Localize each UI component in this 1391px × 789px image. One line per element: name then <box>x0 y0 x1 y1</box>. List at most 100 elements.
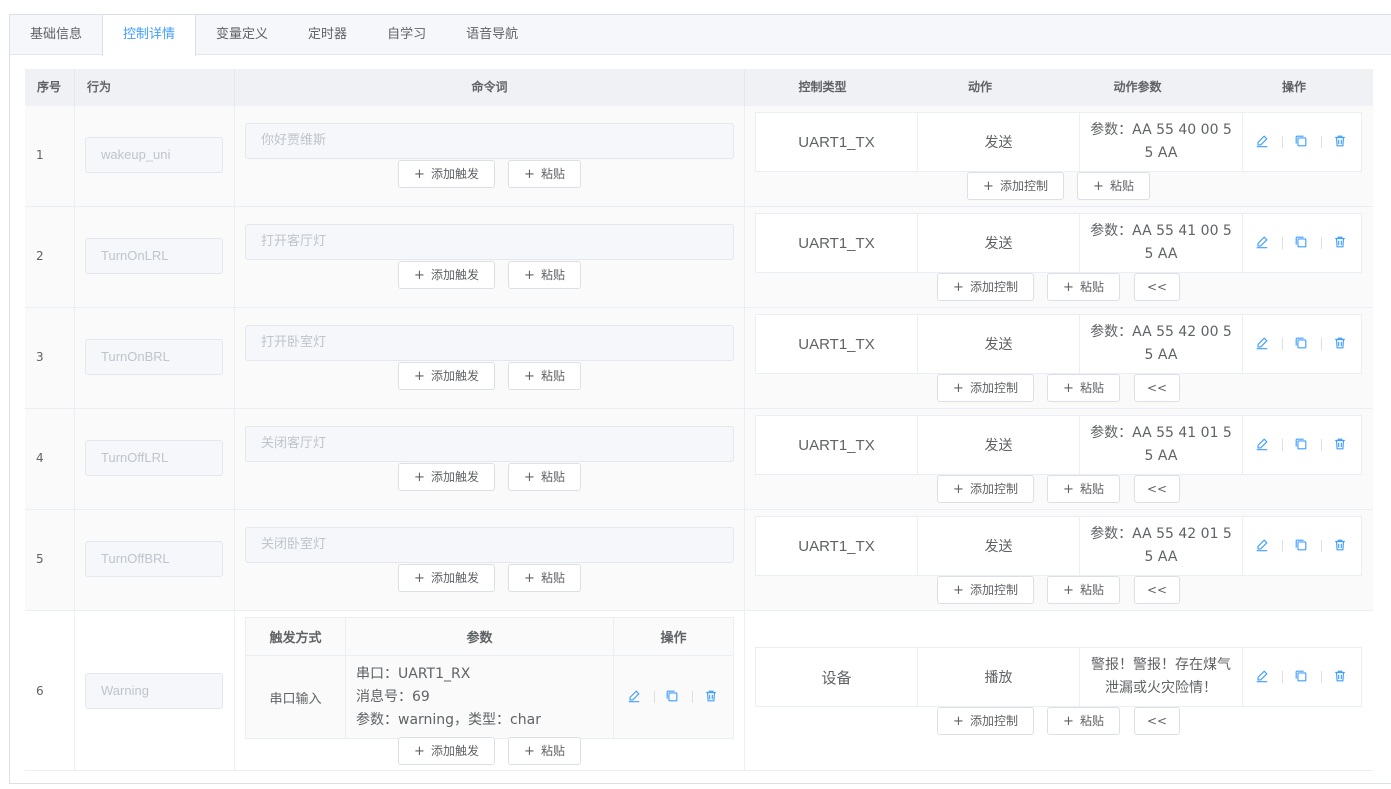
edit-icon[interactable] <box>1255 669 1271 685</box>
control-item: UART1_TX 发送 参数：AA 55 42 01 5 5 AA <box>755 516 1362 576</box>
button-label: 添加控制 <box>969 280 1018 294</box>
button-label: 添加触发 <box>430 744 479 758</box>
delete-icon[interactable] <box>1333 235 1349 251</box>
plus-icon: + <box>524 268 535 283</box>
copy-icon[interactable] <box>665 689 681 705</box>
copy-icon[interactable] <box>1294 134 1310 150</box>
control-item: UART1_TX 发送 参数：AA 55 41 01 5 5 AA <box>755 415 1362 475</box>
paste-control-button[interactable]: + 粘贴 <box>1047 475 1120 503</box>
copy-icon[interactable] <box>1294 437 1310 453</box>
command-input[interactable]: 关闭卧室灯 <box>245 527 734 563</box>
edit-icon[interactable] <box>1255 538 1271 554</box>
plus-icon: + <box>953 482 964 497</box>
tab-basic-info[interactable]: 基础信息 <box>10 15 102 55</box>
trigger-param-line: 串口：UART1_RX <box>356 665 471 682</box>
row-seq: 5 <box>36 552 44 566</box>
add-trigger-button[interactable]: + 添加触发 <box>398 564 495 592</box>
behavior-cell: TurnOnBRL <box>75 308 235 408</box>
control-ops <box>1243 648 1361 706</box>
edit-icon[interactable] <box>1255 235 1271 251</box>
tab-self-learning[interactable]: 自学习 <box>367 15 446 55</box>
collapse-button[interactable]: << <box>1134 576 1180 604</box>
add-control-button[interactable]: + 添加控制 <box>937 273 1034 301</box>
behavior-input[interactable]: wakeup_uni <box>85 137 223 173</box>
copy-icon[interactable] <box>1294 538 1310 554</box>
delete-icon[interactable] <box>1333 134 1349 150</box>
button-label: 粘贴 <box>540 268 565 282</box>
button-label: << <box>1146 280 1168 294</box>
command-input[interactable]: 关闭客厅灯 <box>245 426 734 462</box>
collapse-button[interactable]: << <box>1134 475 1180 503</box>
button-label: 粘贴 <box>1079 381 1104 395</box>
tab-control-details[interactable]: 控制详情 <box>102 15 197 56</box>
paste-trigger-button[interactable]: + 粘贴 <box>508 737 581 765</box>
button-label: 添加触发 <box>430 470 479 484</box>
copy-icon[interactable] <box>1294 669 1310 685</box>
command-input[interactable]: 你好贾维斯 <box>245 123 734 159</box>
edit-icon[interactable] <box>1255 134 1271 150</box>
paste-trigger-button[interactable]: + 粘贴 <box>508 564 581 592</box>
behavior-cell: TurnOffLRL <box>75 409 235 509</box>
delete-icon[interactable] <box>1333 336 1349 352</box>
button-label: 粘贴 <box>1079 482 1104 496</box>
edit-icon[interactable] <box>1255 437 1271 453</box>
paste-trigger-button[interactable]: + 粘贴 <box>508 160 581 188</box>
collapse-button[interactable]: << <box>1134 374 1180 402</box>
edit-icon[interactable] <box>1255 336 1271 352</box>
tab-variable-definition[interactable]: 变量定义 <box>196 15 288 55</box>
paste-control-button[interactable]: + 粘贴 <box>1047 374 1120 402</box>
tab-timer[interactable]: 定时器 <box>288 15 367 55</box>
add-control-button[interactable]: + 添加控制 <box>937 576 1034 604</box>
add-trigger-button[interactable]: + 添加触发 <box>398 261 495 289</box>
paste-control-button[interactable]: + 粘贴 <box>1047 273 1120 301</box>
tab-voice-navigation[interactable]: 语音导航 <box>446 15 538 55</box>
control-params: 参数：AA 55 42 00 5 5 AA <box>1080 315 1243 373</box>
command-input[interactable]: 打开卧室灯 <box>245 325 734 361</box>
trigger-header-mode: 触发方式 <box>246 618 346 655</box>
copy-icon[interactable] <box>1294 235 1310 251</box>
copy-icon[interactable] <box>1294 336 1310 352</box>
behavior-input[interactable]: TurnOnBRL <box>85 339 223 375</box>
add-control-button[interactable]: + 添加控制 <box>937 374 1034 402</box>
add-trigger-button[interactable]: + 添加触发 <box>398 160 495 188</box>
control-action: 播放 <box>918 648 1080 706</box>
control-params: 参数：AA 55 41 00 5 5 AA <box>1080 214 1243 272</box>
button-label: 添加触发 <box>430 571 479 585</box>
paste-control-button[interactable]: + 粘贴 <box>1077 172 1150 200</box>
control-item: UART1_TX 发送 参数：AA 55 42 00 5 5 AA <box>755 314 1362 374</box>
behavior-input[interactable]: TurnOffLRL <box>85 440 223 476</box>
paste-control-button[interactable]: + 粘贴 <box>1047 576 1120 604</box>
plus-icon: + <box>414 268 425 283</box>
delete-icon[interactable] <box>1333 669 1349 685</box>
delete-icon[interactable] <box>1333 538 1349 554</box>
delete-icon[interactable] <box>704 689 720 705</box>
add-control-button[interactable]: + 添加控制 <box>937 707 1034 735</box>
control-ops <box>1243 214 1361 272</box>
seq-cell: 4 <box>25 409 75 509</box>
add-trigger-button[interactable]: + 添加触发 <box>398 737 495 765</box>
divider <box>1281 338 1283 350</box>
add-control-button[interactable]: + 添加控制 <box>937 475 1034 503</box>
button-label: 粘贴 <box>540 571 565 585</box>
add-trigger-button[interactable]: + 添加触发 <box>398 463 495 491</box>
button-label: 粘贴 <box>1109 179 1134 193</box>
delete-icon[interactable] <box>1333 437 1349 453</box>
behavior-input[interactable]: Warning <box>85 673 223 709</box>
add-control-button[interactable]: + 添加控制 <box>967 172 1064 200</box>
paste-trigger-button[interactable]: + 粘贴 <box>508 362 581 390</box>
button-label: 添加控制 <box>969 583 1018 597</box>
paste-trigger-button[interactable]: + 粘贴 <box>508 463 581 491</box>
button-label: 粘贴 <box>1079 714 1104 728</box>
edit-icon[interactable] <box>627 689 643 705</box>
paste-trigger-button[interactable]: + 粘贴 <box>508 261 581 289</box>
divider <box>1321 338 1323 350</box>
plus-icon: + <box>524 369 535 384</box>
command-input[interactable]: 打开客厅灯 <box>245 224 734 260</box>
behavior-input[interactable]: TurnOnLRL <box>85 238 223 274</box>
control-type: UART1_TX <box>756 517 918 575</box>
collapse-button[interactable]: << <box>1134 707 1180 735</box>
add-trigger-button[interactable]: + 添加触发 <box>398 362 495 390</box>
collapse-button[interactable]: << <box>1134 273 1180 301</box>
behavior-input[interactable]: TurnOffBRL <box>85 541 223 577</box>
paste-control-button[interactable]: + 粘贴 <box>1047 707 1120 735</box>
